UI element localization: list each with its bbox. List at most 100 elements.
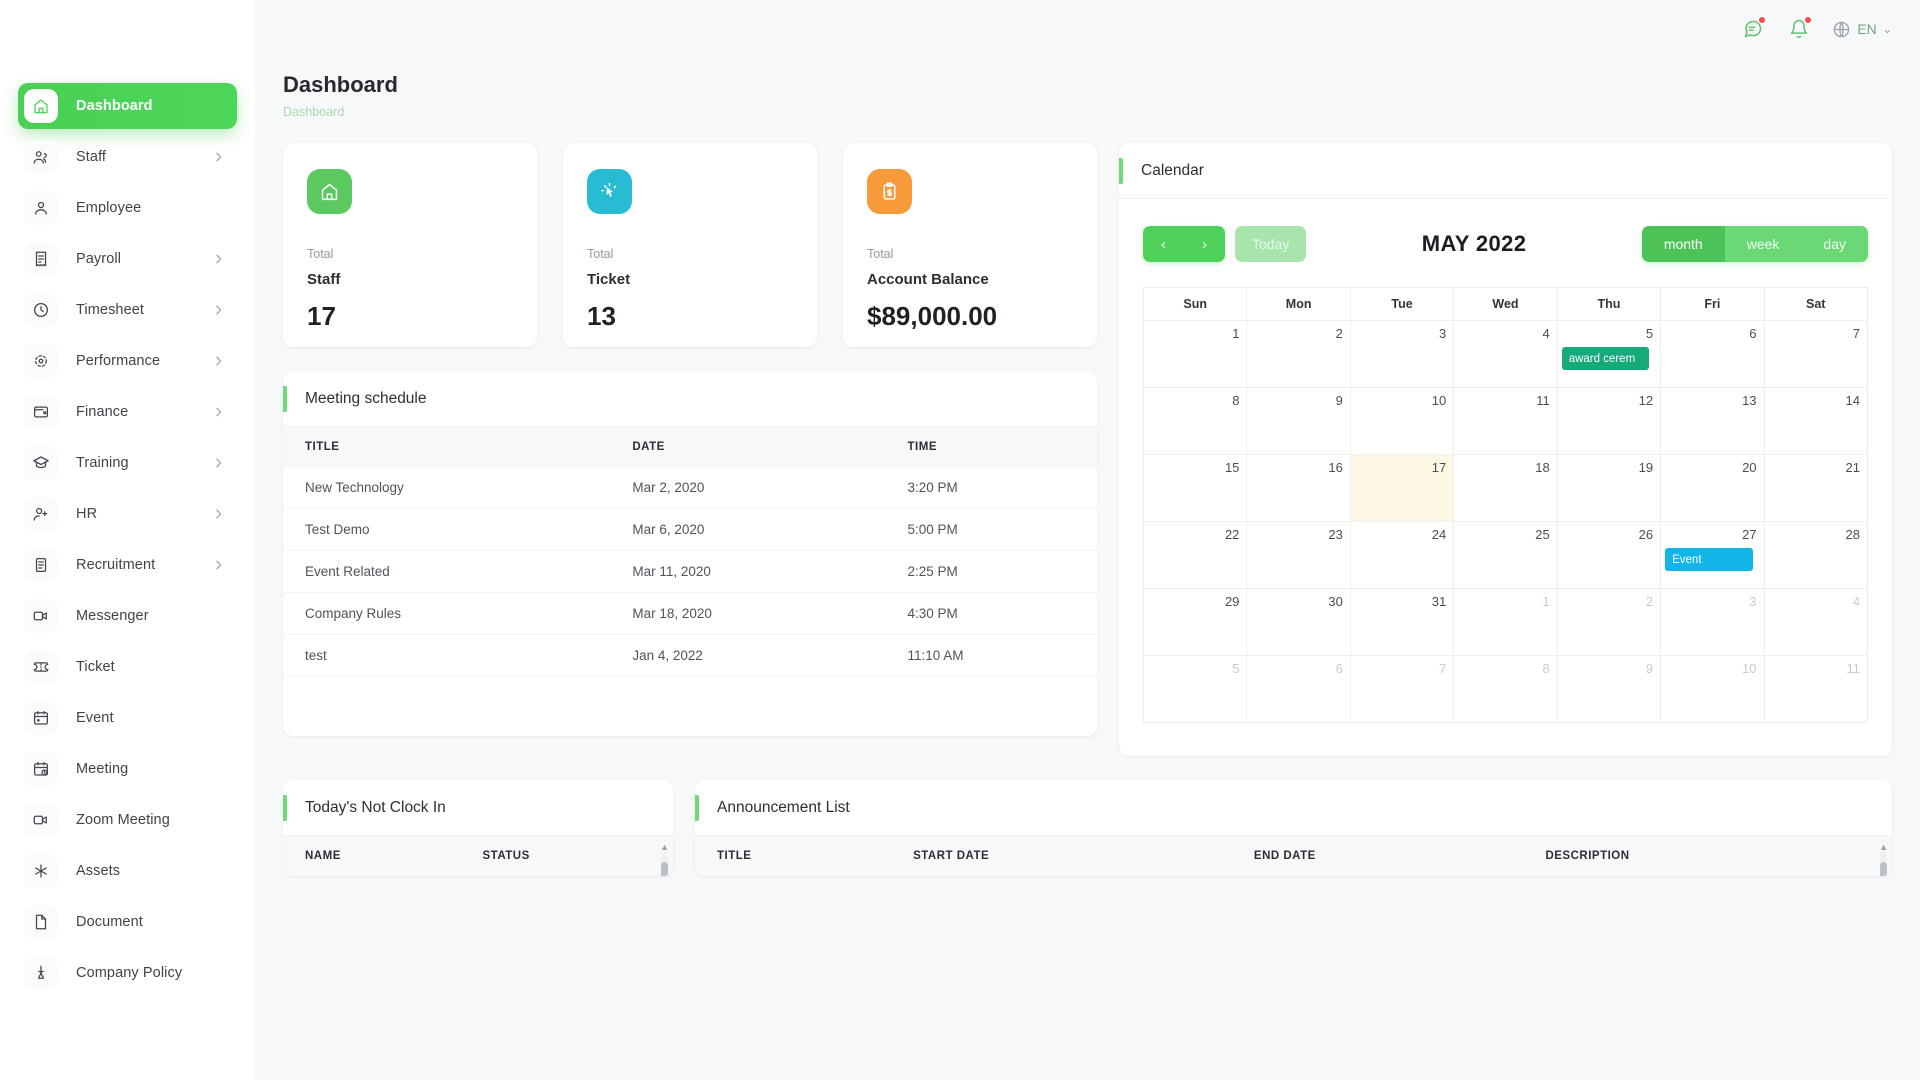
not-clock-in-scrollbar-thumb[interactable] [661,862,668,876]
stat-name: Staff [307,271,341,288]
meeting-time-cell: 2:25 PM [885,550,1097,593]
calendar-day-cell[interactable]: 9 [1247,388,1351,455]
calendar-day-cell[interactable]: 20 [1661,455,1765,522]
calendar-day-cell[interactable]: 26 [1557,522,1662,589]
announcement-scrollbar-thumb[interactable] [1880,862,1887,876]
sidebar-item-document[interactable]: Document [18,899,237,945]
sidebar-item-employee[interactable]: Employee [18,185,237,231]
calendar-grid: Sun Mon Tue Wed Thu Fri Sat 1 2 3 4 5 award cerem 6 7 8… [1143,287,1868,723]
calendar-day-cell[interactable]: 14 [1764,388,1868,455]
calendar-weekday-wed: Wed [1454,288,1558,321]
calendar-day-cell[interactable]: 8 [1454,656,1558,723]
calendar-week-row: 8 9 10 11 12 13 14 [1144,388,1868,455]
calendar-day-cell[interactable]: 9 [1557,656,1662,723]
sidebar-item-assets[interactable]: Assets [18,848,237,894]
calendar-day-number: 25 [1535,527,1550,542]
calendar-next-button[interactable]: › [1184,226,1225,262]
meeting-title-cell: New Technology [283,467,611,509]
stat-card-staff[interactable]: Total Staff 17 [283,143,537,347]
calendar-today-button[interactable]: Today [1235,226,1307,262]
calendar-day-cell[interactable]: 25 [1454,522,1558,589]
chevron-right-icon [212,304,225,317]
calendar-day-cell[interactable]: 15 [1144,455,1248,522]
message-icon[interactable] [1732,9,1774,49]
calendar-day-cell[interactable]: 3 [1350,321,1455,388]
calendar-day-cell[interactable]: 24 [1350,522,1455,589]
calendar-day-cell[interactable]: 8 [1144,388,1248,455]
table-row[interactable]: New Technology Mar 2, 2020 3:20 PM [283,467,1097,509]
calendar-day-cell[interactable]: 22 [1144,522,1248,589]
sidebar-item-finance[interactable]: Finance [18,389,237,435]
calendar-day-cell[interactable]: 4 [1764,589,1868,656]
calendar-day-cell[interactable]: 7 [1764,321,1868,388]
calendar-day-cell[interactable]: 31 [1350,589,1455,656]
calendar-prev-button[interactable]: ‹ [1143,226,1184,262]
calendar-view-day[interactable]: day [1801,226,1868,262]
bell-icon[interactable] [1778,9,1820,49]
sidebar-item-training[interactable]: Training [18,440,237,486]
sidebar-item-messenger[interactable]: Messenger [18,593,237,639]
announcement-scroll-up-icon[interactable]: ▲ [1879,842,1888,852]
stat-card-ticket[interactable]: Total Ticket 13 [563,143,817,347]
calendar-day-cell[interactable]: 23 [1247,522,1351,589]
calendar-day-cell[interactable]: 10 [1350,388,1455,455]
sidebar-item-dashboard[interactable]: Dashboard [18,83,237,129]
stat-total-label: Total [867,247,894,261]
calendar-day-number: 9 [1335,393,1343,408]
sidebar-item-hr[interactable]: HR [18,491,237,537]
calendar-day-cell[interactable]: 4 [1454,321,1558,388]
calendar-day-cell[interactable]: 6 [1661,321,1765,388]
calendar-day-cell[interactable]: 21 [1764,455,1868,522]
calendar-view-month[interactable]: month [1641,226,1725,262]
stat-card-account-balance[interactable]: Total Account Balance $89,000.00 [843,143,1097,347]
sidebar-item-ticket[interactable]: Ticket [18,644,237,690]
table-row[interactable]: Event Related Mar 11, 2020 2:25 PM [283,550,1097,593]
calendar-view-week[interactable]: week [1724,226,1802,262]
calendar-day-cell[interactable]: 2 [1247,321,1351,388]
calendar-nav-buttons: ‹ › [1143,226,1225,262]
stat-value: 17 [307,301,336,331]
calendar-event-badge[interactable]: award cerem [1561,347,1650,370]
stat-value: $89,000.00 [867,301,998,331]
calendar-day-cell[interactable]: 18 [1454,455,1558,522]
calendar-day-cell[interactable]: 5 award cerem [1557,321,1662,388]
calendar-day-cell[interactable]: 12 [1557,388,1662,455]
sidebar-item-recruitment[interactable]: Recruitment [18,542,237,588]
sidebar-item-event[interactable]: Event [18,695,237,741]
sidebar-item-payroll[interactable]: Payroll [18,236,237,282]
sidebar-item-company-policy[interactable]: Company Policy [18,950,237,996]
graduation-icon [24,446,58,480]
calendar-day-cell[interactable]: 2 [1557,589,1662,656]
calendar-day-cell[interactable]: 16 [1247,455,1351,522]
table-row[interactable]: test Jan 4, 2022 11:10 AM [283,634,1097,677]
calendar-day-cell[interactable]: 6 [1247,656,1351,723]
sidebar-item-meeting[interactable]: Meeting [18,746,237,792]
calendar-day-cell[interactable]: 7 [1350,656,1455,723]
calendar-weekday-row: Sun Mon Tue Wed Thu Fri Sat [1144,288,1868,321]
language-selector[interactable]: EN ⌄ [1832,20,1892,39]
sidebar-item-performance[interactable]: Performance [18,338,237,384]
calendar-day-cell[interactable]: 1 [1454,589,1558,656]
scroll-up-icon[interactable]: ▲ [660,842,669,852]
table-row[interactable]: Test Demo Mar 6, 2020 5:00 PM [283,508,1097,551]
calendar-day-cell[interactable]: 11 [1764,656,1868,723]
chevron-right-icon [212,457,225,470]
calendar-event-badge[interactable]: Event [1665,548,1753,571]
sidebar-item-zoom-meeting[interactable]: Zoom Meeting [18,797,237,843]
sidebar-item-staff[interactable]: Staff [18,134,237,180]
calendar-day-cell[interactable]: 30 [1247,589,1351,656]
calendar-day-cell[interactable]: 1 [1144,321,1248,388]
calendar-day-cell[interactable]: 3 [1661,589,1765,656]
calendar-day-cell[interactable]: 10 [1661,656,1765,723]
table-row[interactable]: Company Rules Mar 18, 2020 4:30 PM [283,592,1097,635]
calendar-day-cell[interactable]: 5 [1144,656,1248,723]
calendar-view-switcher: month week day [1641,226,1868,262]
calendar-day-cell[interactable]: 13 [1661,388,1765,455]
calendar-day-cell[interactable]: 11 [1454,388,1558,455]
calendar-day-cell[interactable]: 29 [1144,589,1248,656]
calendar-day-cell[interactable]: 19 [1557,455,1662,522]
sidebar-item-timesheet[interactable]: Timesheet [18,287,237,333]
calendar-day-cell[interactable]: 27 Event [1661,522,1765,589]
calendar-day-cell[interactable]: 17 [1350,455,1455,522]
calendar-day-cell[interactable]: 28 [1764,522,1868,589]
